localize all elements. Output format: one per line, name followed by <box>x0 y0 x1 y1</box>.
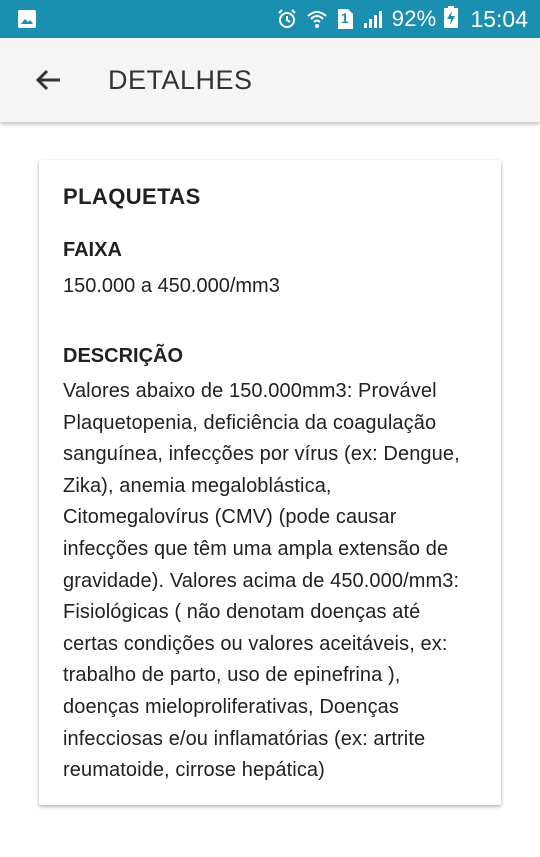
battery-percent: 92% <box>391 6 437 31</box>
descricao-value: Valores abaixo de 150.000mm3: Provável P… <box>63 380 460 782</box>
status-bar: 1 92% 15:04 <box>0 0 540 38</box>
back-button[interactable] <box>24 58 72 102</box>
arrow-back-icon <box>35 69 60 91</box>
status-icons: 1 92% 15:04 <box>276 0 528 38</box>
faixa-label: FAIXA <box>63 239 122 261</box>
app-bar: DETALHES <box>0 38 540 122</box>
card-title: PLAQUETAS <box>63 184 201 209</box>
wifi-icon <box>306 8 328 30</box>
battery-charging-icon <box>444 5 459 33</box>
sim-slot-label: 1 <box>340 10 349 26</box>
detail-card: PLAQUETAS FAIXA 150.000 a 450.000/mm3 DE… <box>39 160 501 805</box>
descricao-label: DESCRIÇÃO <box>63 345 184 367</box>
faixa-value: 150.000 a 450.000/mm3 <box>63 275 280 297</box>
sim-icon: 1 <box>336 8 354 30</box>
alarm-icon <box>276 8 298 30</box>
signal-icon <box>362 8 384 30</box>
page-title: DETALHES <box>108 65 253 95</box>
clock: 15:04 <box>470 5 528 32</box>
image-icon <box>16 8 38 30</box>
